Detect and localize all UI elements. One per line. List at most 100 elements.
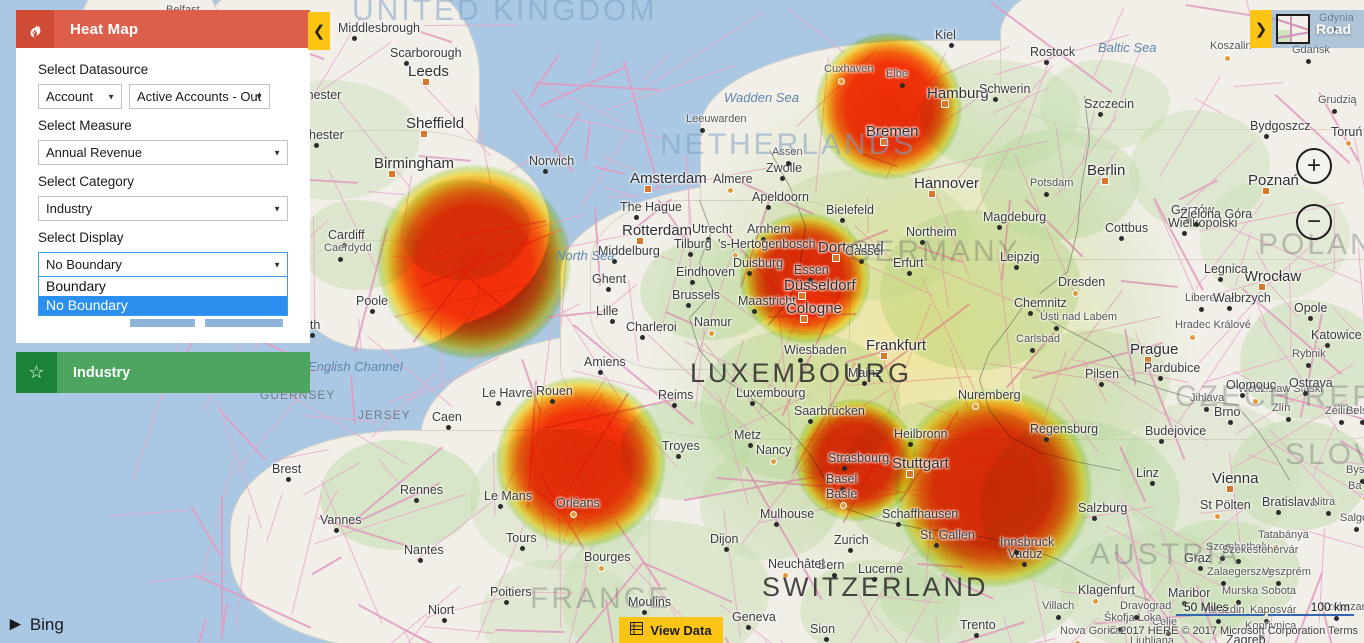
map-city-marker bbox=[610, 319, 615, 324]
map-road bbox=[528, 53, 560, 98]
map-city-marker bbox=[838, 78, 845, 85]
map-road bbox=[594, 166, 626, 175]
category-value: Industry bbox=[46, 201, 93, 216]
display-option-0[interactable]: Boundary bbox=[39, 277, 287, 296]
map-city-marker bbox=[1325, 343, 1330, 348]
panel-header: Heat Map bbox=[16, 10, 310, 48]
plus-icon: + bbox=[1306, 152, 1321, 179]
map-city-marker bbox=[422, 78, 430, 86]
heat-map-application: BelfastMiddlesbroughScarboroughLeedsManc… bbox=[0, 0, 1364, 643]
map-city-marker bbox=[880, 352, 888, 360]
map-city-marker bbox=[676, 454, 681, 459]
map-city-marker bbox=[1198, 566, 1203, 571]
map-city-marker bbox=[1072, 290, 1079, 297]
map-city-marker bbox=[700, 128, 705, 133]
map-road bbox=[350, 375, 357, 425]
map-city-label: Amsterdam bbox=[630, 170, 707, 187]
map-city-marker bbox=[1345, 140, 1352, 147]
partial-control-right bbox=[205, 319, 283, 327]
map-road bbox=[221, 496, 224, 634]
map-city-marker bbox=[941, 100, 949, 108]
display-option-1[interactable]: No Boundary bbox=[39, 296, 287, 315]
map-city-marker bbox=[1360, 420, 1364, 425]
map-city-marker bbox=[1276, 510, 1281, 515]
map-vegetation-area bbox=[1230, 420, 1364, 530]
map-city-marker bbox=[1092, 598, 1099, 605]
map-city-marker bbox=[672, 403, 677, 408]
datasource-view-value: Active Accounts - Out bbox=[137, 89, 262, 104]
map-city-marker bbox=[1092, 516, 1097, 521]
panel-title: Heat Map bbox=[70, 20, 139, 38]
map-city-marker bbox=[782, 572, 789, 579]
map-city-marker bbox=[748, 443, 753, 448]
category-legend-bar[interactable]: ☆ Industry bbox=[16, 352, 310, 393]
map-city-marker bbox=[798, 358, 803, 363]
map-city-marker bbox=[688, 252, 693, 257]
map-city-marker bbox=[1204, 407, 1209, 412]
map-city-marker bbox=[761, 237, 766, 242]
map-city-marker bbox=[598, 370, 603, 375]
category-select[interactable]: Industry ▼ bbox=[38, 196, 288, 221]
map-city-marker bbox=[908, 442, 913, 447]
map-city-marker bbox=[543, 169, 548, 174]
map-city-marker bbox=[1308, 316, 1313, 321]
map-road bbox=[786, 6, 845, 53]
map-city-marker bbox=[1054, 326, 1059, 331]
map-city-marker bbox=[798, 292, 806, 300]
map-city-marker bbox=[808, 419, 813, 424]
zoom-in-button[interactable]: + bbox=[1296, 148, 1332, 184]
flame-icon bbox=[16, 10, 54, 48]
map-city-marker bbox=[1332, 109, 1337, 114]
map-type-selector[interactable]: Road bbox=[1272, 10, 1364, 48]
map-city-marker bbox=[1226, 485, 1234, 493]
map-city-marker bbox=[1044, 60, 1049, 65]
map-city-marker bbox=[770, 458, 777, 465]
map-city-marker bbox=[634, 215, 639, 220]
map-city-marker bbox=[1022, 562, 1027, 567]
map-city-marker bbox=[342, 243, 347, 248]
map-city-marker bbox=[1272, 544, 1279, 551]
map-city-marker bbox=[414, 498, 419, 503]
right-panel-expand-button[interactable]: ❯ bbox=[1250, 10, 1272, 48]
map-city-marker bbox=[640, 335, 645, 340]
display-dropdown-list[interactable]: Boundary No Boundary bbox=[38, 277, 288, 316]
map-city-marker bbox=[727, 187, 734, 194]
chevron-down-icon: ▼ bbox=[273, 204, 281, 213]
table-icon bbox=[630, 622, 644, 638]
panel-body: Select Datasource Account ▼ Active Accou… bbox=[16, 48, 310, 343]
measure-value: Annual Revenue bbox=[46, 145, 143, 160]
measure-select[interactable]: Annual Revenue ▼ bbox=[38, 140, 288, 165]
map-city-marker bbox=[1189, 334, 1196, 341]
display-select[interactable]: No Boundary ▼ bbox=[38, 252, 288, 277]
map-city-marker bbox=[520, 546, 525, 551]
map-type-label: Road bbox=[1316, 21, 1351, 37]
map-road bbox=[178, 618, 208, 643]
datasource-row: Account ▼ Active Accounts - Out ▼ bbox=[38, 84, 288, 109]
map-city-marker bbox=[808, 278, 813, 283]
chevron-down-icon: ▼ bbox=[273, 148, 281, 157]
map-city-marker bbox=[900, 83, 905, 88]
map-city-marker bbox=[1214, 513, 1221, 520]
map-city-marker bbox=[1182, 601, 1187, 606]
map-city-marker bbox=[1354, 527, 1359, 532]
zoom-out-button[interactable]: − bbox=[1296, 204, 1332, 240]
map-city-marker bbox=[1334, 616, 1339, 621]
datasource-view-select[interactable]: Active Accounts - Out ▼ bbox=[129, 84, 270, 109]
view-data-button[interactable]: View Data bbox=[619, 617, 723, 643]
datasource-entity-select[interactable]: Account ▼ bbox=[38, 84, 122, 109]
partial-controls-row bbox=[38, 319, 288, 327]
map-city-marker bbox=[1264, 619, 1269, 624]
minus-icon: − bbox=[1306, 208, 1321, 235]
map-city-marker bbox=[606, 287, 611, 292]
star-icon: ☆ bbox=[16, 352, 57, 393]
panel-collapse-button[interactable]: ❮ bbox=[308, 12, 330, 50]
map-city-marker bbox=[859, 259, 864, 264]
measure-label: Select Measure bbox=[38, 118, 132, 133]
map-city-marker bbox=[286, 477, 291, 482]
map-city-marker bbox=[1220, 556, 1225, 561]
display-value: No Boundary bbox=[46, 257, 122, 272]
map-thumbnail-icon bbox=[1276, 14, 1310, 44]
map-city-marker bbox=[498, 504, 503, 509]
map-city-marker bbox=[686, 303, 691, 308]
map-city-marker bbox=[732, 252, 739, 259]
